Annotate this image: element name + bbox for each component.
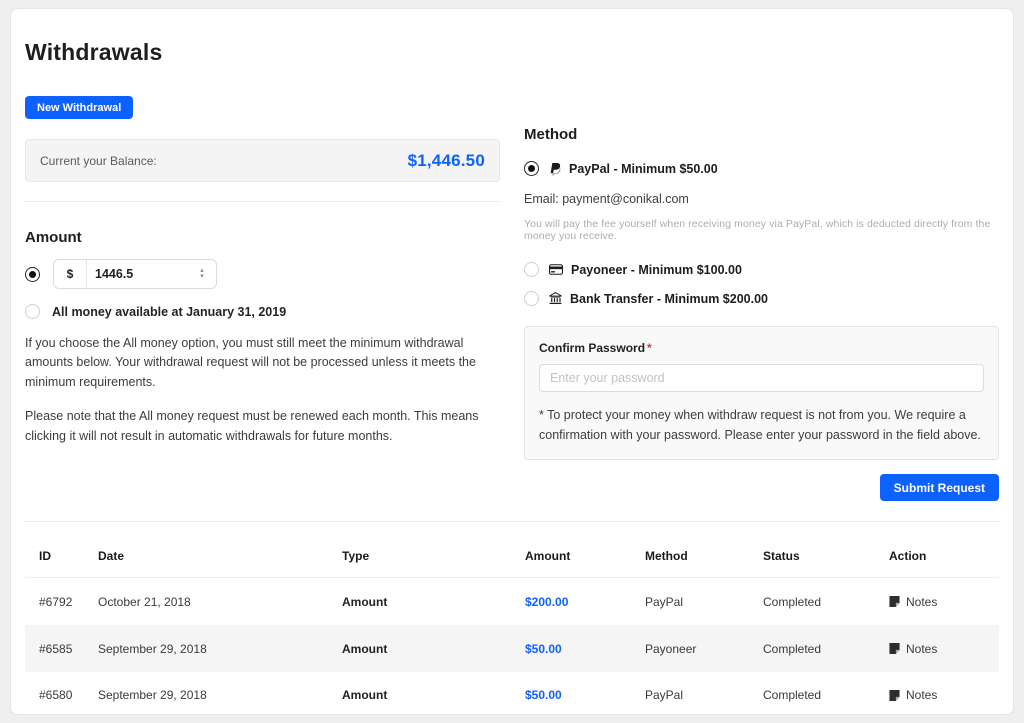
bank-transfer-radio[interactable] bbox=[524, 291, 539, 306]
password-note: * To protect your money when withdraw re… bbox=[539, 405, 984, 445]
notes-action[interactable]: Notes bbox=[889, 688, 985, 702]
table-header-row: ID Date Type Amount Method Status Action bbox=[25, 522, 999, 578]
divider bbox=[25, 201, 500, 202]
cell-date: September 29, 2018 bbox=[98, 642, 342, 656]
method-option-label: Payoneer - Minimum $100.00 bbox=[571, 263, 742, 277]
balance-value: $1,446.50 bbox=[408, 151, 485, 171]
column-header-type: Type bbox=[342, 549, 525, 563]
confirm-password-label: Confirm Password* bbox=[539, 341, 984, 355]
all-money-label: All money available at January 31, 2019 bbox=[52, 305, 286, 319]
cell-amount: $50.00 bbox=[525, 642, 645, 656]
amount-stepper[interactable]: ▴▾ bbox=[195, 268, 209, 280]
cell-date: September 29, 2018 bbox=[98, 688, 342, 702]
table-row: #6792 October 21, 2018 Amount $200.00 Pa… bbox=[25, 578, 999, 625]
submit-row: Submit Request bbox=[524, 474, 999, 501]
cell-id: #6792 bbox=[39, 595, 98, 609]
balance-box: Current your Balance: $1,446.50 bbox=[25, 139, 500, 182]
confirm-password-box: Confirm Password* * To protect your mone… bbox=[524, 326, 999, 460]
paypal-fee-note: You will pay the fee yourself when recei… bbox=[524, 218, 999, 242]
amount-input-group: $ ▴▾ bbox=[53, 259, 217, 289]
method-option-label: PayPal - Minimum $50.00 bbox=[569, 162, 718, 176]
cell-date: October 21, 2018 bbox=[98, 595, 342, 609]
column-header-amount: Amount bbox=[525, 549, 645, 563]
method-option-label: Bank Transfer - Minimum $200.00 bbox=[570, 292, 768, 306]
new-withdrawal-button[interactable]: New Withdrawal bbox=[25, 96, 133, 119]
balance-label: Current your Balance: bbox=[40, 154, 157, 168]
notes-label: Notes bbox=[906, 642, 937, 656]
column-header-date: Date bbox=[98, 549, 342, 563]
custom-amount-row: $ ▴▾ bbox=[25, 259, 500, 289]
notes-icon bbox=[889, 643, 900, 654]
method-option-bank-transfer[interactable]: Bank Transfer - Minimum $200.00 bbox=[524, 291, 999, 306]
method-column: Method PayPal - Minimum $50.00 Email: pa… bbox=[524, 96, 999, 501]
payoneer-radio[interactable] bbox=[524, 262, 539, 277]
credit-card-icon bbox=[549, 264, 563, 275]
cell-amount: $200.00 bbox=[525, 595, 645, 609]
confirm-password-text: Confirm Password bbox=[539, 341, 645, 355]
amount-column: New Withdrawal Current your Balance: $1,… bbox=[25, 96, 500, 501]
cell-status: Completed bbox=[763, 595, 889, 609]
cell-method: PayPal bbox=[645, 688, 763, 702]
cell-status: Completed bbox=[763, 688, 889, 702]
currency-symbol: $ bbox=[54, 260, 87, 288]
column-header-method: Method bbox=[645, 549, 763, 563]
notes-label: Notes bbox=[906, 688, 937, 702]
method-section-title: Method bbox=[524, 126, 999, 143]
amount-note-1: If you choose the All money option, you … bbox=[25, 334, 500, 392]
required-asterisk: * bbox=[647, 341, 652, 355]
notes-action[interactable]: Notes bbox=[889, 595, 985, 609]
cell-type: Amount bbox=[342, 688, 525, 702]
page-title: Withdrawals bbox=[25, 39, 999, 66]
method-option-payoneer[interactable]: Payoneer - Minimum $100.00 bbox=[524, 262, 999, 277]
paypal-icon bbox=[549, 162, 561, 176]
amount-input[interactable] bbox=[87, 267, 195, 281]
all-money-radio[interactable] bbox=[25, 304, 40, 319]
notes-label: Notes bbox=[906, 595, 937, 609]
column-header-action: Action bbox=[889, 549, 985, 563]
amount-section-title: Amount bbox=[25, 229, 500, 246]
submit-request-button[interactable]: Submit Request bbox=[880, 474, 999, 501]
stepper-down-icon[interactable]: ▾ bbox=[200, 274, 204, 280]
custom-amount-radio[interactable] bbox=[25, 267, 40, 282]
cell-id: #6585 bbox=[39, 642, 98, 656]
amount-note-2: Please note that the All money request m… bbox=[25, 407, 500, 446]
form-columns: New Withdrawal Current your Balance: $1,… bbox=[25, 96, 999, 501]
password-input[interactable] bbox=[539, 364, 984, 392]
table-row: #6585 September 29, 2018 Amount $50.00 P… bbox=[25, 625, 999, 672]
table-body: #6792 October 21, 2018 Amount $200.00 Pa… bbox=[25, 578, 999, 719]
column-header-id: ID bbox=[39, 549, 98, 563]
cell-method: PayPal bbox=[645, 595, 763, 609]
notes-action[interactable]: Notes bbox=[889, 642, 985, 656]
paypal-email: Email: payment@conikal.com bbox=[524, 192, 999, 206]
withdrawals-table: ID Date Type Amount Method Status Action… bbox=[25, 522, 999, 723]
cell-id: #6580 bbox=[39, 688, 98, 702]
cell-status: Completed bbox=[763, 642, 889, 656]
all-money-row[interactable]: All money available at January 31, 2019 bbox=[25, 304, 500, 319]
cell-amount: $50.00 bbox=[525, 688, 645, 702]
bank-icon bbox=[549, 292, 562, 305]
table-row: #6580 September 29, 2018 Amount $50.00 P… bbox=[25, 672, 999, 719]
cell-type: Amount bbox=[342, 642, 525, 656]
cell-type: Amount bbox=[342, 595, 525, 609]
paypal-radio[interactable] bbox=[524, 161, 539, 176]
withdrawals-card: Withdrawals New Withdrawal Current your … bbox=[10, 8, 1014, 715]
notes-icon bbox=[889, 690, 900, 701]
notes-icon bbox=[889, 596, 900, 607]
method-option-paypal[interactable]: PayPal - Minimum $50.00 bbox=[524, 161, 999, 176]
cell-method: Payoneer bbox=[645, 642, 763, 656]
column-header-status: Status bbox=[763, 549, 889, 563]
